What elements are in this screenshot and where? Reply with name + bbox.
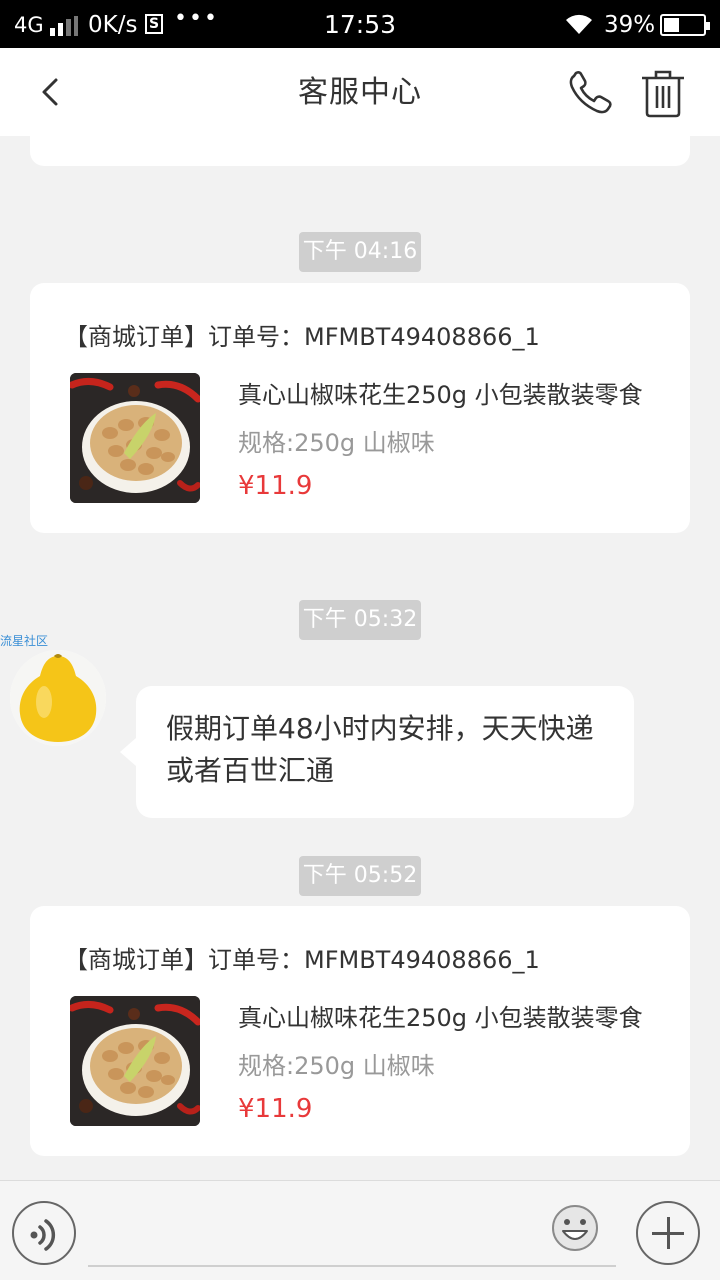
- message-input[interactable]: [88, 1201, 616, 1267]
- trash-icon[interactable]: [640, 68, 686, 118]
- message-text: 假期订单48小时内安排，天天快递或者百世汇通: [166, 712, 594, 787]
- app-header: 客服中心: [0, 48, 720, 136]
- timestamp: 下午 04:16: [0, 232, 720, 272]
- timestamp-text: 下午 05:32: [298, 600, 422, 640]
- product-image[interactable]: [70, 996, 200, 1126]
- product-name: 真心山椒味花生250g 小包装散装零食: [238, 381, 643, 409]
- voice-icon: [30, 1219, 56, 1251]
- bubble-pointer: [120, 738, 136, 766]
- product-image[interactable]: [70, 373, 200, 503]
- chat-area[interactable]: 下午 04:16 【商城订单】订单号：MFMBT49408866_1 真心山椒味…: [0, 136, 720, 1180]
- message-bubble[interactable]: 假期订单48小时内安排，天天快递或者百世汇通: [120, 686, 634, 818]
- previous-message-card: [30, 136, 690, 166]
- timestamp: 下午 05:52: [0, 856, 720, 896]
- order-card[interactable]: 【商城订单】订单号：MFMBT49408866_1 真心山椒味花生250g 小包…: [30, 906, 690, 1156]
- product-spec: 规格:250g 山椒味: [238, 429, 435, 457]
- battery-cap: [706, 22, 710, 30]
- product-spec: 规格:250g 山椒味: [238, 1052, 435, 1080]
- input-bar: [0, 1180, 720, 1280]
- grapefruit-avatar-image: [10, 650, 106, 746]
- peanut-bowl-image: [70, 996, 200, 1126]
- sender-name: 流星社区: [0, 634, 49, 648]
- emoji-icon[interactable]: [550, 1203, 600, 1253]
- peanut-bowl-image: [70, 373, 200, 503]
- battery-fill: [664, 18, 679, 32]
- phone-icon[interactable]: [566, 70, 616, 116]
- order-title: 【商城订单】订单号：MFMBT49408866_1: [64, 946, 540, 974]
- timestamp-text: 下午 04:16: [298, 232, 422, 272]
- product-price: ¥11.9: [238, 1094, 313, 1124]
- timestamp: 下午 05:32: [0, 600, 720, 640]
- order-title: 【商城订单】订单号：MFMBT49408866_1: [64, 323, 540, 351]
- battery-icon: [660, 14, 710, 36]
- timestamp-text: 下午 05:52: [298, 856, 422, 896]
- avatar[interactable]: [10, 650, 106, 746]
- order-card[interactable]: 【商城订单】订单号：MFMBT49408866_1 真心山椒味花生250g 小包…: [30, 283, 690, 533]
- status-bar: 4G 0K/s S ••• 17:53 39%: [0, 0, 720, 48]
- product-price: ¥11.9: [238, 471, 313, 501]
- battery-percent: 39%: [604, 12, 656, 38]
- wifi-icon: [566, 14, 592, 34]
- product-name: 真心山椒味花生250g 小包装散装零食: [238, 1004, 643, 1032]
- voice-button[interactable]: [12, 1201, 76, 1265]
- plus-icon[interactable]: [636, 1201, 700, 1265]
